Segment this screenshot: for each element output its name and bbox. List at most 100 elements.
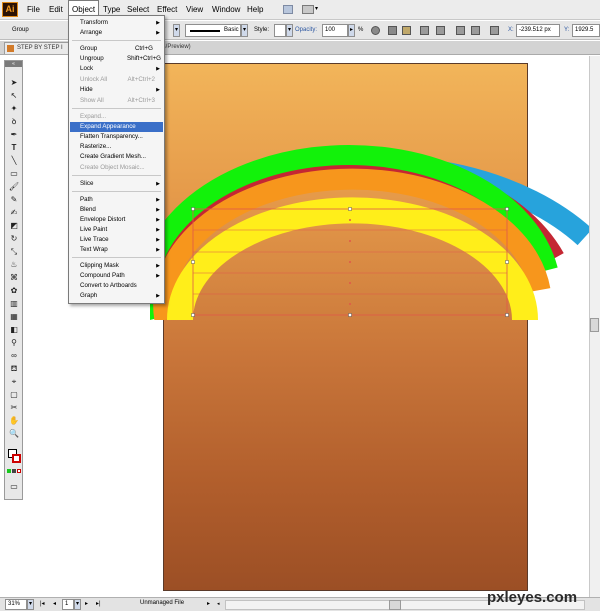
menu-separator xyxy=(72,257,161,258)
file-status-label[interactable]: Unmanaged File xyxy=(140,600,184,606)
menu-separator xyxy=(72,40,161,41)
status-menu-icon[interactable]: ▸ xyxy=(207,600,210,607)
submenu-arrow-icon: ▶ xyxy=(156,87,160,93)
submenu-arrow-icon: ▶ xyxy=(156,263,160,269)
selection-tool-icon[interactable]: ➤ xyxy=(7,77,21,88)
menu-item-label: Clipping Mask xyxy=(80,262,119,269)
menu-item-group[interactable]: Group Ctrl+G xyxy=(70,44,163,54)
pencil-tool-icon[interactable]: ✎ xyxy=(7,194,21,205)
first-page-icon[interactable]: |◂ xyxy=(40,600,45,607)
live-paint-bucket-tool-icon[interactable]: ⛾ xyxy=(7,363,21,374)
color-mode-swatch[interactable] xyxy=(7,469,11,473)
rectangle-tool-icon[interactable]: ▭ xyxy=(7,168,21,179)
line-tool-icon[interactable]: ╲ xyxy=(7,155,21,166)
scale-tool-icon[interactable]: ⤡ xyxy=(7,246,21,257)
center-points xyxy=(349,219,351,305)
tools-panel: « ➤ ↖ ✦ ꝺ ✒ T ╲ ▭ 🖌 ✎ ✍ ◩ ↻ ⤡ ♨ ⌘ ✿ ▥ ▦ … xyxy=(4,60,23,500)
zoom-input[interactable]: 31% xyxy=(5,599,27,610)
menu-item-live-paint[interactable]: Live Paint ▶ xyxy=(70,225,163,235)
menu-item-shortcut: Shift+Ctrl+G xyxy=(126,55,161,62)
menu-item-show-all[interactable]: Show All Alt+Ctrl+3 xyxy=(70,96,163,106)
menu-item-label: Unlock All xyxy=(80,76,108,83)
menu-item-unlock-all[interactable]: Unlock All Alt+Ctrl+2 xyxy=(70,75,163,85)
direct-selection-tool-icon[interactable]: ↖ xyxy=(7,90,21,101)
free-transform-tool-icon[interactable]: ⌘ xyxy=(7,272,21,283)
menu-item-text-wrap[interactable]: Text Wrap ▶ xyxy=(70,245,163,255)
tools-panel-grip[interactable]: « xyxy=(5,61,22,67)
menu-item-label: Hide xyxy=(80,86,93,93)
submenu-arrow-icon: ▶ xyxy=(156,181,160,187)
submenu-arrow-icon: ▶ xyxy=(156,293,160,299)
hand-tool-icon[interactable]: ✋ xyxy=(7,415,21,426)
gradient-tool-icon[interactable]: ◧ xyxy=(7,324,21,335)
magic-wand-tool-icon[interactable]: ✦ xyxy=(7,103,21,114)
menu-item-label: Ungroup xyxy=(80,55,104,62)
live-paint-selection-tool-icon[interactable]: ⌖ xyxy=(7,376,21,387)
page-dropdown[interactable]: ▾ xyxy=(74,599,81,610)
menu-item-envelope-distort[interactable]: Envelope Distort ▶ xyxy=(70,215,163,225)
menu-item-label: Slice xyxy=(80,180,94,187)
submenu-arrow-icon: ▶ xyxy=(156,207,160,213)
artboard-tool-icon[interactable]: ▢ xyxy=(7,389,21,400)
submenu-arrow-icon: ▶ xyxy=(156,273,160,279)
type-tool-icon[interactable]: T xyxy=(7,142,21,153)
vertical-scrollbar-thumb[interactable] xyxy=(590,318,599,332)
warp-tool-icon[interactable]: ♨ xyxy=(7,259,21,270)
gradient-mode-swatch[interactable] xyxy=(12,469,16,473)
eyedropper-tool-icon[interactable]: ⚲ xyxy=(7,337,21,348)
menu-item-create-object-mosaic[interactable]: Create Object Mosaic... xyxy=(70,163,163,173)
symbol-sprayer-tool-icon[interactable]: ✿ xyxy=(7,285,21,296)
menu-item-lock[interactable]: Lock ▶ xyxy=(70,64,163,74)
eraser-tool-icon[interactable]: ◩ xyxy=(7,220,21,231)
menu-item-shortcut: Alt+Ctrl+3 xyxy=(127,97,155,104)
menu-item-label: Lock xyxy=(80,65,94,72)
menu-separator xyxy=(72,191,161,192)
blob-brush-tool-icon[interactable]: ✍ xyxy=(7,207,21,218)
horizontal-scrollbar-thumb[interactable] xyxy=(389,600,401,610)
menu-item-compound-path[interactable]: Compound Path ▶ xyxy=(70,271,163,281)
scroll-left-icon[interactable]: ◂ xyxy=(217,601,220,607)
menu-item-rasterize[interactable]: Rasterize... xyxy=(70,142,163,152)
submenu-arrow-icon: ▶ xyxy=(156,227,160,233)
next-page-icon[interactable]: ▸ xyxy=(85,600,88,607)
slice-tool-icon[interactable]: ✂ xyxy=(7,402,21,413)
blend-tool-icon[interactable]: ∞ xyxy=(7,350,21,361)
menu-item-flatten-transparency[interactable]: Flatten Transparency... xyxy=(70,132,163,142)
column-graph-tool-icon[interactable]: ▥ xyxy=(7,298,21,309)
mesh-tool-icon[interactable]: ▦ xyxy=(7,311,21,322)
previous-page-icon[interactable]: ◂ xyxy=(53,600,56,607)
menu-item-arrange[interactable]: Arrange ▶ xyxy=(70,28,163,38)
menu-item-graph[interactable]: Graph ▶ xyxy=(70,291,163,301)
menu-item-label: Text Wrap xyxy=(80,246,108,253)
menu-item-expand[interactable]: Expand... xyxy=(70,112,163,122)
menu-item-label: Group xyxy=(80,45,98,52)
menu-item-blend[interactable]: Blend ▶ xyxy=(70,205,163,215)
zoom-dropdown[interactable]: ▾ xyxy=(27,599,34,610)
pen-tool-icon[interactable]: ✒ xyxy=(7,129,21,140)
menu-item-path[interactable]: Path ▶ xyxy=(70,195,163,205)
menu-item-clipping-mask[interactable]: Clipping Mask ▶ xyxy=(70,261,163,271)
last-page-icon[interactable]: ▸| xyxy=(96,600,101,607)
zoom-tool-icon[interactable]: 🔍 xyxy=(7,428,21,439)
menu-item-create-gradient-mesh[interactable]: Create Gradient Mesh... xyxy=(70,152,163,162)
paintbrush-tool-icon[interactable]: 🖌 xyxy=(7,181,21,192)
menu-item-expand-appearance[interactable]: Expand Appearance xyxy=(70,122,163,132)
menu-item-label: Live Paint xyxy=(80,226,108,233)
none-mode-swatch[interactable] xyxy=(17,469,21,473)
page-input[interactable]: 1 xyxy=(62,599,74,610)
stroke-swatch[interactable] xyxy=(12,454,21,463)
rainbow-band-yellow[interactable] xyxy=(167,197,538,320)
menu-item-label: Show All xyxy=(80,97,104,104)
menu-item-convert-to-artboards[interactable]: Convert to Artboards xyxy=(70,281,163,291)
screen-mode-icon[interactable]: ▭ xyxy=(7,481,21,492)
menu-item-transform[interactable]: Transform ▶ xyxy=(70,18,163,28)
menu-item-live-trace[interactable]: Live Trace ▶ xyxy=(70,235,163,245)
lasso-tool-icon[interactable]: ꝺ xyxy=(7,116,21,127)
submenu-arrow-icon: ▶ xyxy=(156,20,160,26)
menu-item-shortcut: Alt+Ctrl+2 xyxy=(127,76,155,83)
menu-item-ungroup[interactable]: Ungroup Shift+Ctrl+G xyxy=(70,54,163,64)
rotate-tool-icon[interactable]: ↻ xyxy=(7,233,21,244)
menu-item-shortcut: Ctrl+G xyxy=(134,45,153,52)
menu-item-hide[interactable]: Hide ▶ xyxy=(70,85,163,95)
menu-item-slice[interactable]: Slice ▶ xyxy=(70,179,163,189)
